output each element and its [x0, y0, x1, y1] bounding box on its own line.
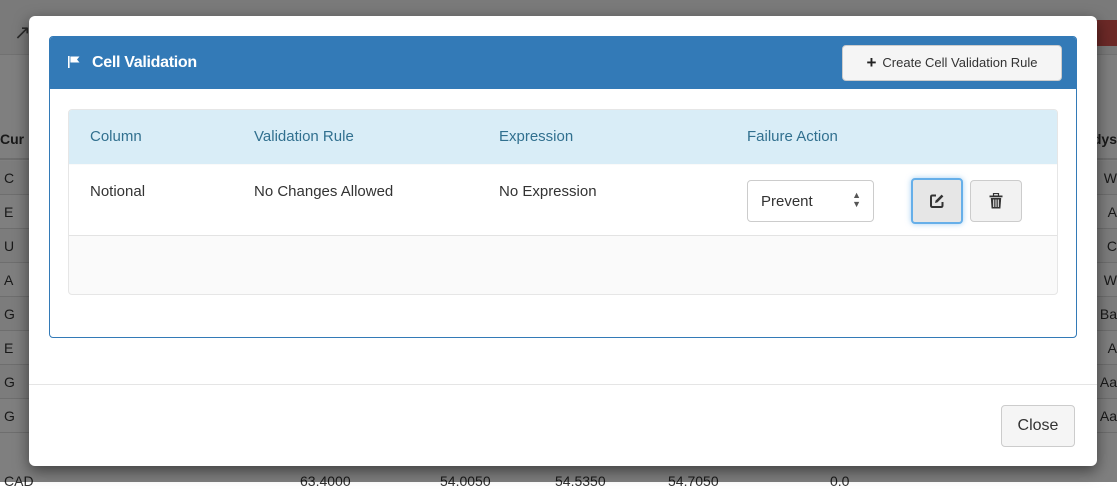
create-button-label: Create Cell Validation Rule	[882, 55, 1038, 70]
trash-icon	[989, 193, 1003, 209]
validation-rules-table: Column Validation Rule Expression Failur…	[68, 109, 1058, 295]
create-cell-validation-rule-button[interactable]: + Create Cell Validation Rule	[842, 45, 1062, 81]
cell-validation-panel: Cell Validation + Create Cell Validation …	[49, 36, 1077, 338]
failure-action-value: Prevent	[761, 193, 813, 210]
plus-icon: +	[866, 53, 877, 72]
panel-title: Cell Validation	[68, 54, 197, 72]
failure-action-select[interactable]: Prevent ▲ ▼	[747, 180, 874, 222]
edit-rule-button[interactable]	[911, 178, 963, 224]
flag-icon	[68, 56, 80, 68]
cell-expression: No Expression	[499, 183, 597, 200]
cell-validation-modal: Cell Validation + Create Cell Validation …	[29, 16, 1097, 466]
panel-title-text: Cell Validation	[92, 54, 197, 71]
panel-heading: Cell Validation + Create Cell Validation …	[50, 37, 1076, 89]
column-header-failure-action: Failure Action	[747, 128, 838, 145]
delete-rule-button[interactable]	[970, 180, 1022, 222]
column-header-expression: Expression	[499, 128, 574, 145]
close-button[interactable]: Close	[1001, 405, 1075, 447]
modal-footer: Close	[29, 384, 1097, 466]
select-arrows-icon: ▲ ▼	[852, 190, 861, 209]
table-header: Column Validation Rule Expression Failur…	[69, 110, 1057, 164]
column-header-validation-rule: Validation Rule	[254, 128, 354, 145]
cell-validation-rule: No Changes Allowed	[254, 183, 394, 200]
column-header-column: Column	[90, 128, 142, 145]
edit-icon	[930, 194, 944, 208]
cell-column: Notional	[90, 183, 146, 200]
table-row: Notional No Changes Allowed No Expressio…	[69, 165, 1057, 236]
